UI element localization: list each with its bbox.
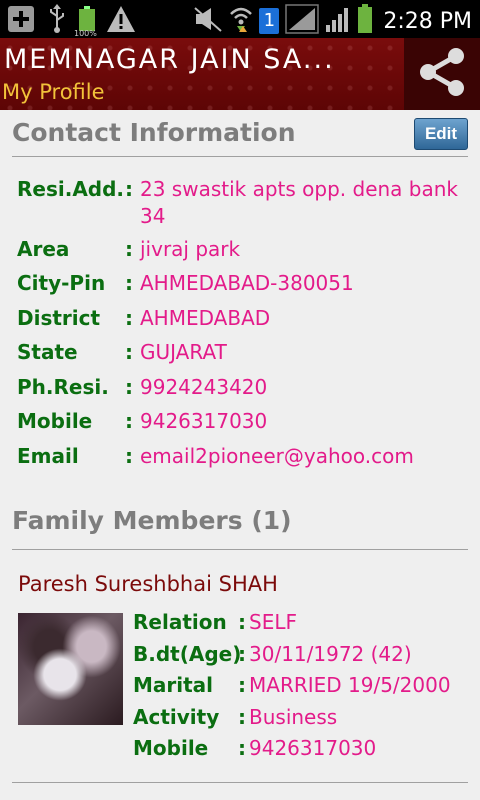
warning-icon: [106, 5, 136, 37]
divider: [12, 782, 468, 783]
edit-button[interactable]: Edit: [414, 118, 468, 150]
divider: [12, 156, 468, 157]
colon: :: [238, 610, 246, 634]
signal-icon: [325, 5, 351, 37]
clock: 2:28 PM: [383, 8, 472, 34]
signal-icon: [285, 4, 320, 38]
sim-badge: 1: [263, 10, 276, 31]
colon: :: [125, 444, 133, 468]
field-label: Relation: [133, 610, 227, 634]
field-value: SELF: [249, 610, 297, 634]
app-bar: MEMNAGAR JAIN SA... My Profile: [0, 38, 480, 110]
battery-icon: [357, 4, 373, 38]
page-subtitle: My Profile: [2, 80, 105, 104]
field-label: Activity: [133, 705, 220, 729]
field-label: Area: [17, 237, 70, 261]
field-label: Mobile: [133, 736, 209, 760]
colon: :: [125, 177, 133, 201]
field-value: jivraj park: [140, 237, 241, 261]
sim-icon: 1: [259, 8, 280, 34]
mobile-link[interactable]: 9426317030: [249, 736, 376, 760]
field-value: AHMEDABAD: [140, 306, 271, 330]
app-title: MEMNAGAR JAIN SA...: [4, 44, 335, 75]
colon: :: [125, 409, 133, 433]
colon: :: [125, 237, 133, 261]
field-value: 30/11/1972 (42): [249, 642, 412, 666]
colon: :: [238, 705, 246, 729]
family-heading: Family Members (1): [12, 506, 292, 535]
battery-icon: 100%: [74, 6, 97, 38]
member-photo[interactable]: [18, 613, 123, 725]
field-label: Mobile: [17, 409, 93, 433]
member-name: Paresh Sureshbhai SHAH: [18, 572, 278, 596]
field-label: City-Pin: [17, 271, 106, 295]
share-button[interactable]: [404, 38, 480, 110]
field-label: State: [17, 340, 78, 364]
field-label: District: [17, 306, 101, 330]
contact-row: Resi.Add.: [17, 177, 124, 201]
colon: :: [125, 306, 133, 330]
colon: :: [238, 642, 246, 666]
colon: :: [125, 375, 133, 399]
usb-icon: [46, 4, 68, 38]
field-label: Resi.Add.: [17, 177, 125, 201]
status-bar: 100% 1 2:28 PM: [0, 0, 480, 38]
divider: [12, 549, 468, 550]
add-icon: [6, 4, 36, 38]
field-value: 23 swastik apts opp. dena bank: [140, 177, 459, 201]
battery-percent-label: 100%: [74, 29, 97, 38]
field-value: MARRIED 19/5/2000: [249, 673, 451, 697]
email-link[interactable]: email2pioneer@yahoo.com: [140, 444, 414, 468]
colon: :: [238, 736, 246, 760]
mute-icon: [193, 5, 223, 37]
wifi-icon: [229, 4, 253, 38]
field-value: 34: [140, 204, 166, 228]
contact-heading: Contact Information: [12, 118, 296, 147]
field-value: AHMEDABAD-380051: [140, 271, 354, 295]
colon: :: [238, 673, 246, 697]
phone-link[interactable]: 9924243420: [140, 375, 267, 399]
field-label: B.dt(Age): [133, 642, 242, 666]
field-label: Ph.Resi.: [17, 375, 109, 399]
colon: :: [125, 340, 133, 364]
mobile-link[interactable]: 9426317030: [140, 409, 267, 433]
field-label: Marital: [133, 673, 214, 697]
field-value: Business: [249, 705, 338, 729]
share-icon: [414, 44, 470, 104]
field-label: Email: [17, 444, 79, 468]
colon: :: [125, 271, 133, 295]
field-value: GUJARAT: [140, 340, 227, 364]
